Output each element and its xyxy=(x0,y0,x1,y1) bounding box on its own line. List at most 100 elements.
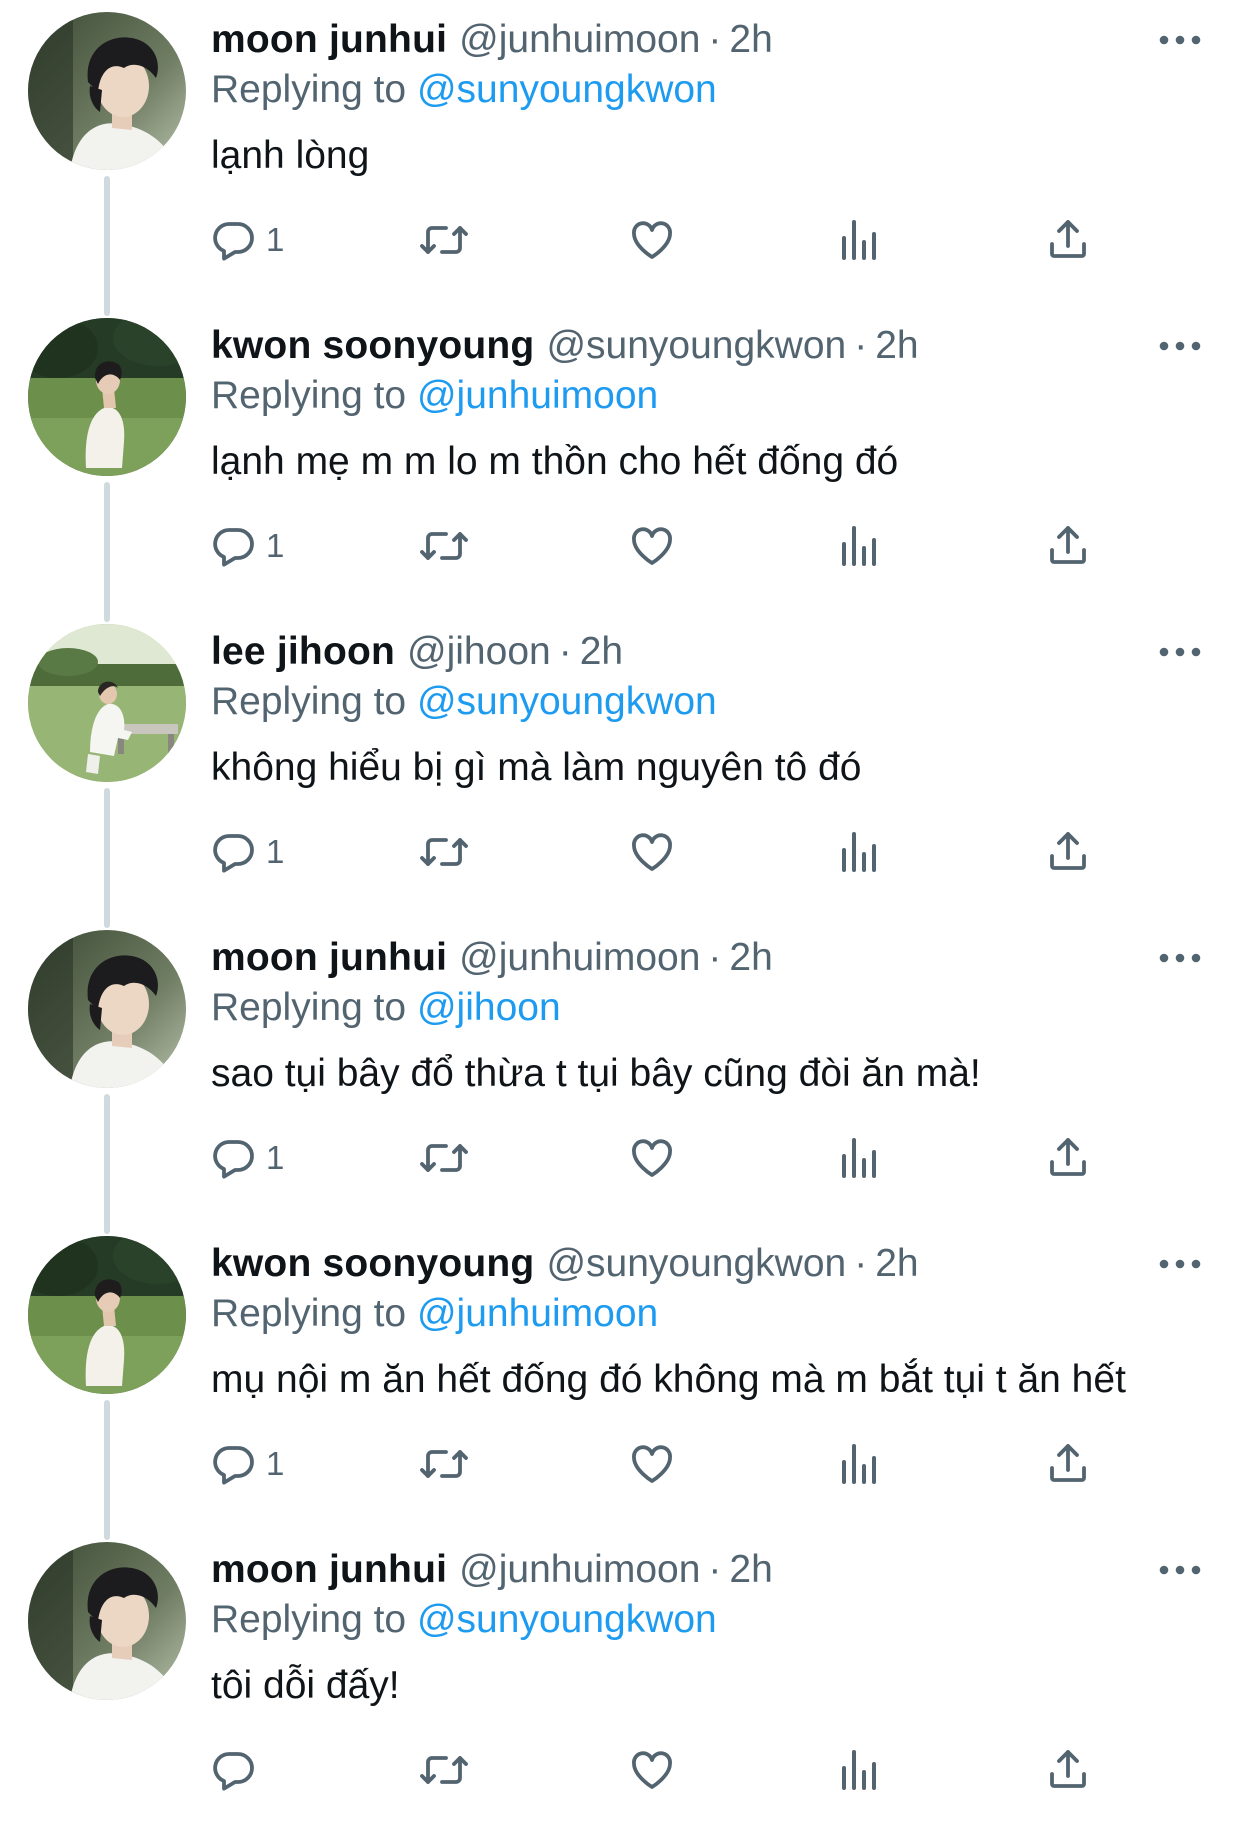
thread-connector-line xyxy=(104,176,110,316)
more-horizontal-icon[interactable] xyxy=(1158,1558,1202,1582)
reply-bubble-icon xyxy=(210,828,258,876)
retweet-button[interactable] xyxy=(418,212,470,268)
display-name[interactable]: moon junhui xyxy=(211,936,447,979)
retweet-button[interactable] xyxy=(418,1436,470,1492)
heart-icon xyxy=(628,828,676,876)
retweet-icon xyxy=(418,1134,470,1182)
replying-to-label: Replying to xyxy=(211,986,407,1029)
separator-dot: · xyxy=(854,1242,868,1285)
replying-to-handle-link[interactable]: @junhuimoon xyxy=(417,1292,658,1335)
avatar[interactable] xyxy=(28,1542,186,1700)
timestamp[interactable]: 2h xyxy=(875,324,918,367)
display-name[interactable]: moon junhui xyxy=(211,1548,447,1591)
replying-to-handle-link[interactable]: @sunyoungkwon xyxy=(417,680,717,723)
like-button[interactable] xyxy=(628,824,676,880)
avatar[interactable] xyxy=(28,930,186,1088)
avatar[interactable] xyxy=(28,624,186,782)
user-handle[interactable]: @junhuimoon xyxy=(459,1548,700,1591)
share-button[interactable] xyxy=(1044,1130,1092,1186)
user-handle[interactable]: @sunyoungkwon xyxy=(546,1242,846,1285)
user-handle[interactable]: @jihoon xyxy=(407,630,551,673)
reply-count: 1 xyxy=(266,833,285,870)
timestamp[interactable]: 2h xyxy=(729,936,772,979)
like-button[interactable] xyxy=(628,212,676,268)
timestamp[interactable]: 2h xyxy=(580,630,623,673)
tweet[interactable]: moon junhui @junhuimoon · 2h Replying to @su… xyxy=(0,1530,1242,1836)
heart-icon xyxy=(628,1746,676,1794)
replying-to-handle-link[interactable]: @junhuimoon xyxy=(417,374,658,417)
retweet-icon xyxy=(418,1746,470,1794)
tweet-text: không hiểu bị gì mà làm nguyên tô đó xyxy=(211,746,862,789)
share-button[interactable] xyxy=(1044,1436,1092,1492)
views-button[interactable] xyxy=(836,824,884,880)
display-name[interactable]: moon junhui xyxy=(211,18,447,61)
like-button[interactable] xyxy=(628,518,676,574)
heart-icon xyxy=(628,216,676,264)
avatar[interactable] xyxy=(28,12,186,170)
heart-icon xyxy=(628,522,676,570)
reply-button[interactable]: 1 xyxy=(210,1130,284,1186)
timestamp[interactable]: 2h xyxy=(729,18,772,61)
views-button[interactable] xyxy=(836,1436,884,1492)
avatar[interactable] xyxy=(28,318,186,476)
more-horizontal-icon[interactable] xyxy=(1158,334,1202,358)
tweet-text: mụ nội m ăn hết đống đó không mà m bắt t… xyxy=(211,1358,1126,1401)
bar-chart-icon xyxy=(836,1134,884,1182)
user-handle[interactable]: @junhuimoon xyxy=(459,936,700,979)
thread-connector-line xyxy=(104,788,110,928)
reply-button[interactable]: 1 xyxy=(210,212,284,268)
like-button[interactable] xyxy=(628,1436,676,1492)
views-button[interactable] xyxy=(836,518,884,574)
reply-bubble-icon xyxy=(210,216,258,264)
replying-to-handle-link[interactable]: @sunyoungkwon xyxy=(417,68,717,111)
more-horizontal-icon[interactable] xyxy=(1158,1252,1202,1276)
views-button[interactable] xyxy=(836,212,884,268)
replying-to-line: Replying to @sunyoungkwon xyxy=(211,676,717,728)
thread-connector-line xyxy=(104,1400,110,1540)
retweet-button[interactable] xyxy=(418,518,470,574)
reply-button[interactable] xyxy=(210,1742,258,1798)
views-button[interactable] xyxy=(836,1130,884,1186)
views-button[interactable] xyxy=(836,1742,884,1798)
tweet[interactable]: moon junhui @junhuimoon · 2h Replying to @ji… xyxy=(0,918,1242,1234)
retweet-button[interactable] xyxy=(418,1130,470,1186)
reply-bubble-icon xyxy=(210,522,258,570)
share-button[interactable] xyxy=(1044,1742,1092,1798)
timestamp[interactable]: 2h xyxy=(875,1242,918,1285)
reply-button[interactable]: 1 xyxy=(210,518,284,574)
separator-dot: · xyxy=(708,936,722,979)
avatar[interactable] xyxy=(28,1236,186,1394)
like-button[interactable] xyxy=(628,1130,676,1186)
tweet-text: sao tụi bây đổ thừa t tụi bây cũng đòi ă… xyxy=(211,1052,981,1095)
share-button[interactable] xyxy=(1044,518,1092,574)
replying-to-handle-link[interactable]: @jihoon xyxy=(417,986,561,1029)
retweet-button[interactable] xyxy=(418,1742,470,1798)
share-upload-icon xyxy=(1044,216,1092,264)
replying-to-line: Replying to @sunyoungkwon xyxy=(211,1594,717,1646)
tweet[interactable]: kwon soonyoung @sunyoungkwon · 2h Replying t… xyxy=(0,1224,1242,1540)
replying-to-label: Replying to xyxy=(211,374,407,417)
display-name[interactable]: kwon soonyoung xyxy=(211,1242,534,1285)
reply-bubble-icon xyxy=(210,1440,258,1488)
display-name[interactable]: lee jihoon xyxy=(211,630,395,673)
like-button[interactable] xyxy=(628,1742,676,1798)
display-name[interactable]: kwon soonyoung xyxy=(211,324,534,367)
retweet-button[interactable] xyxy=(418,824,470,880)
replying-to-handle-link[interactable]: @sunyoungkwon xyxy=(417,1598,717,1641)
separator-dot: · xyxy=(558,630,572,673)
bar-chart-icon xyxy=(836,1440,884,1488)
tweet[interactable]: moon junhui @junhuimoon · 2h Replying to @su… xyxy=(0,0,1242,316)
user-handle[interactable]: @junhuimoon xyxy=(459,18,700,61)
heart-icon xyxy=(628,1134,676,1182)
more-horizontal-icon[interactable] xyxy=(1158,946,1202,970)
reply-button[interactable]: 1 xyxy=(210,824,284,880)
tweet[interactable]: kwon soonyoung @sunyoungkwon · 2h Replying t… xyxy=(0,306,1242,622)
more-horizontal-icon[interactable] xyxy=(1158,28,1202,52)
timestamp[interactable]: 2h xyxy=(729,1548,772,1591)
tweet[interactable]: lee jihoon @jihoon · 2h Replying to @sunyoun… xyxy=(0,612,1242,928)
share-button[interactable] xyxy=(1044,212,1092,268)
reply-button[interactable]: 1 xyxy=(210,1436,284,1492)
more-horizontal-icon[interactable] xyxy=(1158,640,1202,664)
user-handle[interactable]: @sunyoungkwon xyxy=(546,324,846,367)
share-button[interactable] xyxy=(1044,824,1092,880)
